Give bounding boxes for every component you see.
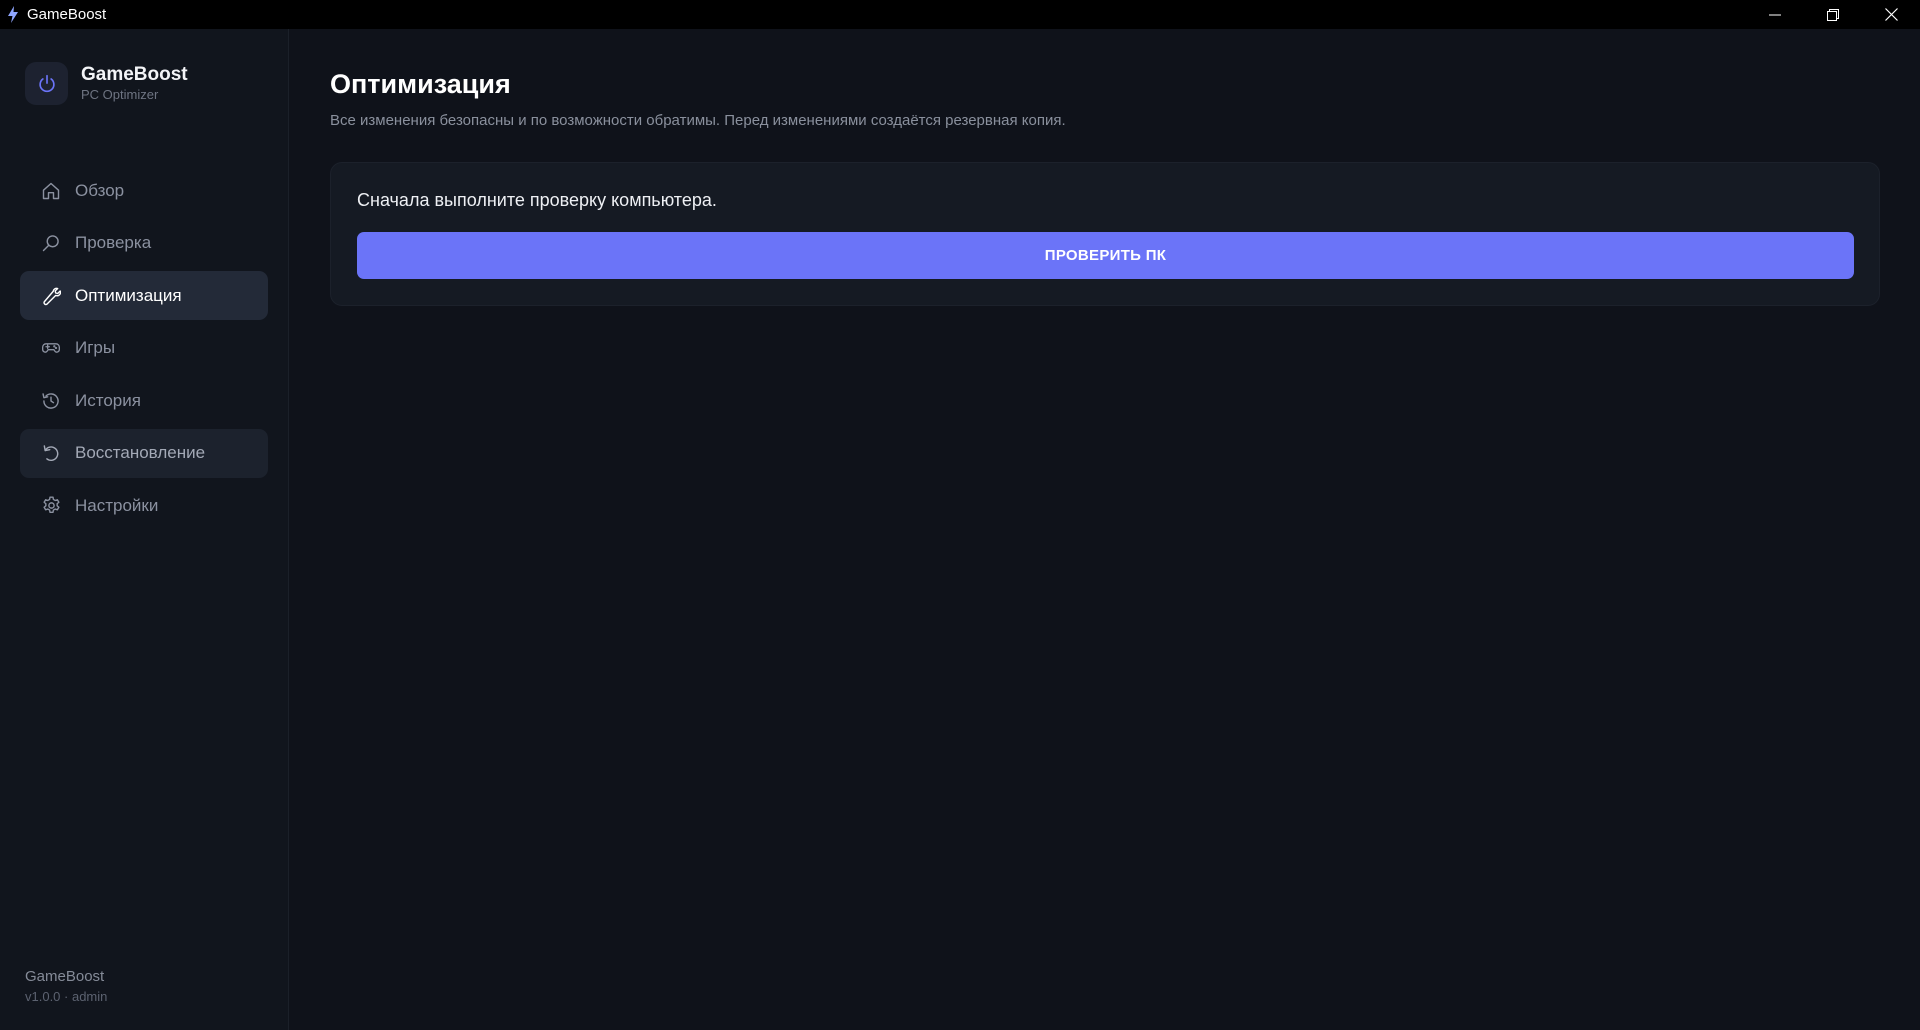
sidebar-item-label: Восстановление <box>75 443 206 462</box>
check-pc-button[interactable]: ПРОВЕРИТЬ ПК <box>357 232 1854 279</box>
window-controls <box>1746 0 1920 29</box>
sidebar-item-overview[interactable]: Обзор <box>20 166 268 215</box>
gamepad-icon <box>40 337 62 359</box>
sidebar-item-games[interactable]: Игры <box>20 324 268 373</box>
sidebar-item-check[interactable]: Проверка <box>20 219 268 268</box>
sidebar-item-label: Обзор <box>75 180 125 200</box>
sidebar-item-label: История <box>75 390 141 410</box>
close-button[interactable] <box>1862 0 1920 29</box>
minimize-button[interactable] <box>1746 0 1804 29</box>
close-icon <box>1884 8 1898 21</box>
gear-icon <box>40 495 62 517</box>
page-title: Оптимизация <box>330 69 511 99</box>
sidebar-item-restore[interactable]: Восстановление <box>20 428 268 478</box>
power-icon <box>25 62 68 105</box>
sidebar-item-label: Игры <box>75 338 116 357</box>
minimize-icon <box>1769 14 1781 15</box>
brand: GameBoost PC Optimizer <box>25 62 188 105</box>
footer-app-name: GameBoost <box>25 968 105 985</box>
brand-subtitle: PC Optimizer <box>81 86 159 102</box>
page-subtitle: Все изменения безопасны и по возможности… <box>330 112 1066 129</box>
lightning-icon <box>6 6 20 24</box>
brand-name: GameBoost <box>81 63 188 85</box>
sidebar-item-label: Проверка <box>75 233 152 252</box>
sidebar-nav: Обзор Проверка Оптимизация Игры История <box>20 166 268 534</box>
scan-required-card: Сначала выполните проверку компьютера. П… <box>330 162 1880 306</box>
undo-icon <box>40 442 62 464</box>
history-icon <box>40 390 62 412</box>
search-icon <box>40 232 62 254</box>
sidebar-item-settings[interactable]: Настройки <box>20 481 268 530</box>
sidebar-item-label: Настройки <box>75 495 159 515</box>
restore-button[interactable] <box>1804 0 1862 29</box>
card-message: Сначала выполните проверку компьютера. <box>357 190 717 210</box>
wrench-icon <box>40 285 62 307</box>
restore-icon <box>1827 8 1839 21</box>
sidebar: GameBoost PC Optimizer Обзор Проверка Оп… <box>0 29 289 1030</box>
sidebar-item-optimization[interactable]: Оптимизация <box>20 271 268 320</box>
sidebar-footer: GameBoost v1.0.0 · admin <box>25 967 107 1007</box>
sidebar-item-history[interactable]: История <box>20 376 268 425</box>
home-icon <box>40 180 62 202</box>
sidebar-item-label: Оптимизация <box>75 285 182 305</box>
window-title: GameBoost <box>27 6 107 23</box>
footer-version: v1.0.0 · admin <box>25 989 108 1004</box>
title-bar: GameBoost <box>0 0 1920 29</box>
